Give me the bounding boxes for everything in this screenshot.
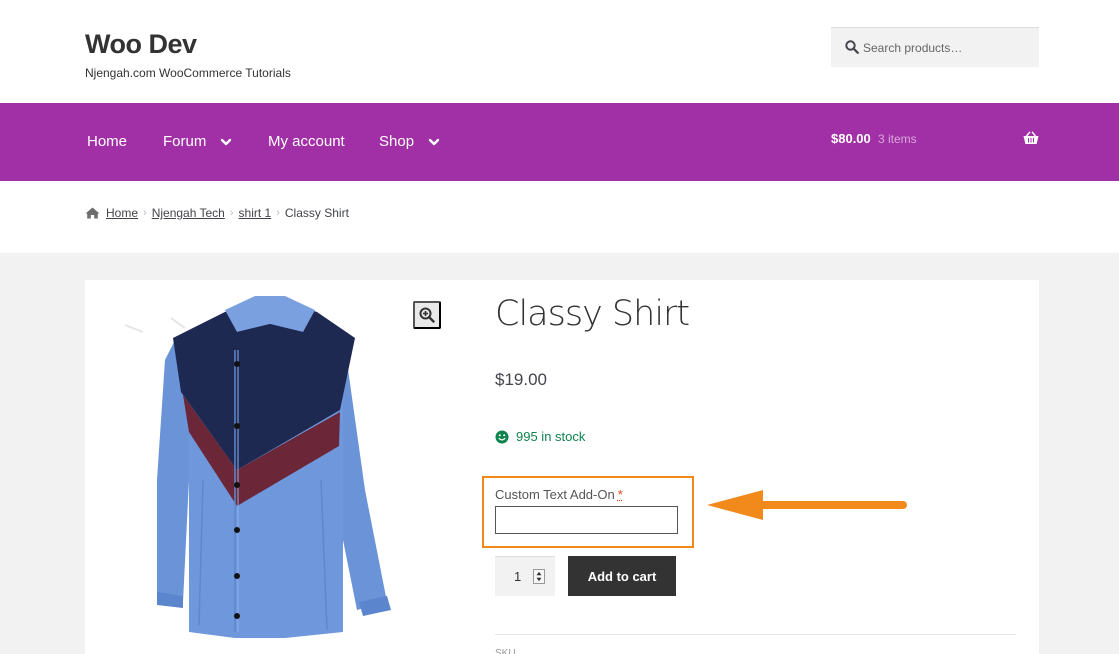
site-header: Woo Dev Njengah.com WooCommerce Tutorial… xyxy=(0,0,1119,103)
nav-item-label: My account xyxy=(268,133,345,150)
divider xyxy=(495,634,1016,635)
custom-text-addon-input[interactable] xyxy=(495,506,678,534)
nav-item-label: Forum xyxy=(163,133,207,150)
sku-label: SKU xyxy=(495,648,516,654)
site-title[interactable]: Woo Dev xyxy=(85,29,197,60)
breadcrumb-separator: › xyxy=(229,207,234,219)
smile-icon xyxy=(495,430,509,443)
search-input[interactable] xyxy=(863,28,1033,68)
nav-item-my-account[interactable]: My account xyxy=(268,133,345,150)
quantity-value[interactable]: 1 xyxy=(514,569,521,584)
zoom-in-icon xyxy=(419,307,435,323)
breadcrumb-separator: › xyxy=(143,207,147,219)
nav-item-label: Home xyxy=(87,133,128,150)
product-title: Classy Shirt xyxy=(495,294,690,334)
header-cart[interactable]: $80.00 3 items xyxy=(831,131,1039,151)
add-to-cart-button[interactable]: Add to cart xyxy=(568,556,676,596)
product-summary: Classy Shirt $19.00 995 in stock Custom … xyxy=(482,280,1016,654)
nav-item-label: Shop xyxy=(379,133,415,150)
breadcrumb-link-category[interactable]: Njengah Tech xyxy=(152,206,225,220)
search-icon xyxy=(845,40,859,54)
nav-item-shop[interactable]: Shop xyxy=(379,133,440,150)
chevron-down-icon[interactable] xyxy=(428,136,440,148)
cart-count: 3 items xyxy=(878,132,917,146)
addon-label: Custom Text Add-On * xyxy=(495,487,623,502)
breadcrumb-separator: › xyxy=(276,207,280,219)
product-price: $19.00 xyxy=(495,370,547,389)
breadcrumb-link-home[interactable]: Home xyxy=(106,206,138,220)
nav-item-forum[interactable]: Forum xyxy=(163,133,232,150)
search-box[interactable] xyxy=(831,27,1039,68)
stock-text: 995 in stock xyxy=(516,429,586,444)
stock-status: 995 in stock xyxy=(495,429,585,444)
product-gallery xyxy=(85,280,455,654)
product-card: Classy Shirt $19.00 995 in stock Custom … xyxy=(85,280,1039,654)
chevron-down-icon[interactable] xyxy=(220,136,232,148)
breadcrumb-current: Classy Shirt xyxy=(284,206,349,220)
zoom-button[interactable] xyxy=(413,301,441,329)
quantity-stepper[interactable]: 1 xyxy=(495,556,555,596)
breadcrumb-link-subcategory[interactable]: shirt 1 xyxy=(239,206,272,220)
home-icon xyxy=(85,207,100,219)
spinner-arrows-icon[interactable] xyxy=(533,569,545,584)
required-mark: * xyxy=(617,487,623,502)
primary-navigation: Home Forum My account Shop $80.00 3 item… xyxy=(0,103,1119,181)
cart-amount: $80.00 xyxy=(831,131,871,146)
breadcrumb: Home › Njengah Tech › shirt 1 › Classy S… xyxy=(85,206,349,220)
nav-item-home[interactable]: Home xyxy=(87,133,127,150)
breadcrumb-bar: Home › Njengah Tech › shirt 1 › Classy S… xyxy=(0,181,1119,253)
annotation-arrow xyxy=(707,490,907,520)
product-image[interactable] xyxy=(85,280,455,654)
site-description: Njengah.com WooCommerce Tutorials xyxy=(85,66,291,80)
basket-icon xyxy=(1023,131,1039,144)
addon-label-text: Custom Text Add-On xyxy=(495,487,615,502)
